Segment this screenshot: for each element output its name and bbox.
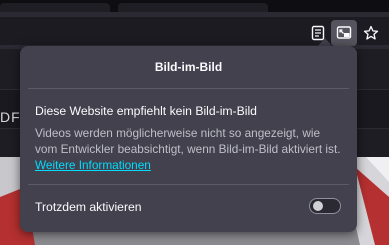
tab-strip [0, 0, 389, 12]
panel-heading: Diese Website empfiehlt kein Bild-im-Bil… [35, 104, 257, 118]
enable-anyway-label: Trotzdem aktivieren [35, 200, 142, 214]
pip-panel: Bild-im-Bild Diese Website empfiehlt kei… [20, 46, 357, 232]
tab[interactable] [0, 3, 110, 12]
picture-in-picture-icon [336, 26, 352, 39]
browser-window: DF Bild-im-Bild Diese Website empfiehlt … [0, 0, 389, 245]
panel-body-text: Videos werden möglicherweise nicht so an… [35, 126, 341, 156]
panel-description: Videos werden möglicherweise nicht so an… [35, 125, 345, 173]
learn-more-link[interactable]: Weitere Informationen [35, 158, 151, 172]
tab[interactable] [118, 3, 268, 12]
picture-in-picture-button[interactable] [331, 20, 357, 46]
panel-title: Bild-im-Bild [154, 60, 223, 74]
bookmark-star-icon [363, 25, 379, 40]
divider [28, 184, 349, 185]
divider [28, 88, 349, 89]
page-partial-text: DF [0, 109, 21, 125]
toggle-knob [313, 201, 323, 211]
enable-anyway-toggle[interactable] [309, 198, 341, 214]
bookmark-button[interactable] [358, 20, 384, 46]
